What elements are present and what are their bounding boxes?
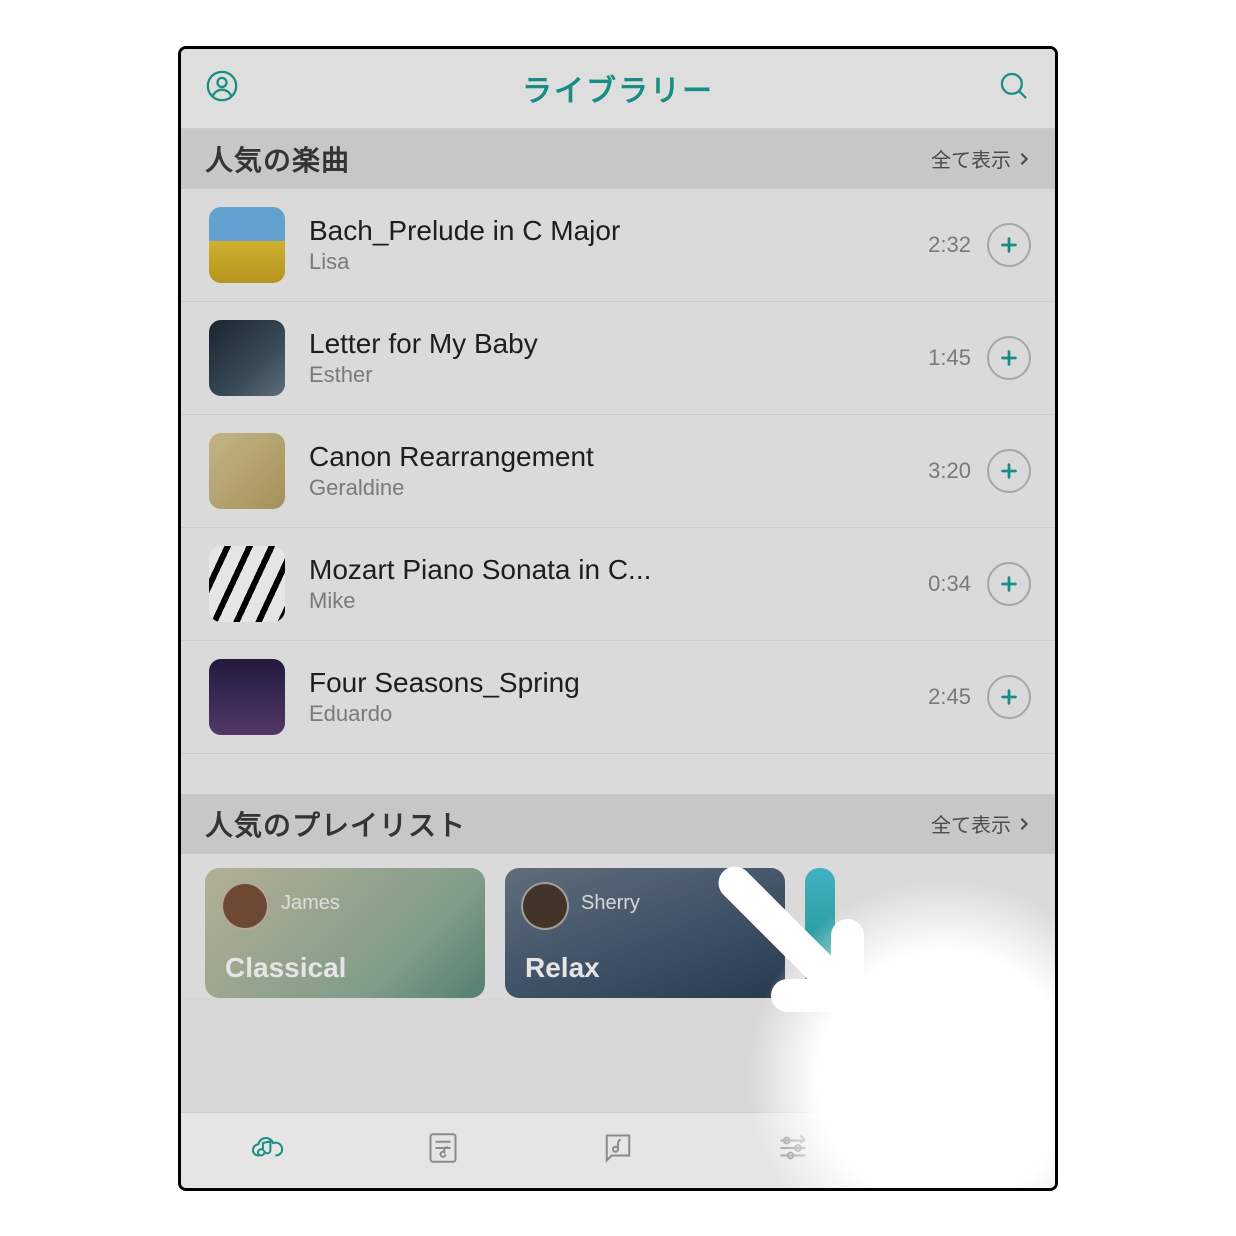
phone-screen: ライブラリー 人気の楽曲 全て表示 Bach_Prelude in C Majo… bbox=[181, 49, 1055, 1188]
song-right: 3:20 bbox=[928, 449, 1031, 493]
song-duration: 2:45 bbox=[928, 684, 971, 710]
section-songs-showall[interactable]: 全て表示 bbox=[931, 144, 1031, 173]
song-row[interactable]: Bach_Prelude in C Major Lisa 2:32 bbox=[181, 189, 1055, 302]
phone-frame: ライブラリー 人気の楽曲 全て表示 Bach_Prelude in C Majo… bbox=[178, 46, 1058, 1191]
plus-icon bbox=[998, 686, 1020, 708]
song-duration: 2:32 bbox=[928, 232, 971, 258]
song-right: 1:45 bbox=[928, 336, 1031, 380]
section-playlists-showall[interactable]: 全て表示 bbox=[931, 809, 1031, 838]
tab-library[interactable] bbox=[248, 1128, 288, 1173]
song-artist: Mike bbox=[309, 588, 904, 614]
chevron-right-icon bbox=[1017, 817, 1031, 831]
song-duration: 0:34 bbox=[928, 571, 971, 597]
song-right: 2:45 bbox=[928, 675, 1031, 719]
show-all-label: 全て表示 bbox=[931, 809, 1011, 838]
section-songs-title: 人気の楽曲 bbox=[205, 139, 350, 179]
song-artist: Eduardo bbox=[309, 701, 904, 727]
profile-icon[interactable] bbox=[205, 69, 239, 108]
tab-list[interactable] bbox=[423, 1128, 463, 1173]
plus-icon bbox=[998, 460, 1020, 482]
song-row[interactable]: Letter for My Baby Esther 1:45 bbox=[181, 302, 1055, 415]
song-row[interactable]: Mozart Piano Sonata in C... Mike 0:34 bbox=[181, 528, 1055, 641]
song-duration: 1:45 bbox=[928, 345, 971, 371]
plus-icon bbox=[998, 573, 1020, 595]
add-button[interactable] bbox=[987, 449, 1031, 493]
section-playlists-title: 人気のプレイリスト bbox=[205, 804, 466, 844]
plus-icon bbox=[998, 234, 1020, 256]
playlist-card[interactable]: James Classical bbox=[205, 868, 485, 998]
show-all-label: 全て表示 bbox=[931, 144, 1011, 173]
song-title: Bach_Prelude in C Major bbox=[309, 215, 904, 247]
playlist-owner-avatar bbox=[521, 882, 569, 930]
add-button[interactable] bbox=[987, 223, 1031, 267]
song-thumbnail bbox=[209, 207, 285, 283]
plus-icon bbox=[998, 347, 1020, 369]
tab-bar bbox=[181, 1112, 1055, 1188]
song-info: Letter for My Baby Esther bbox=[309, 328, 904, 388]
song-duration: 3:20 bbox=[928, 458, 971, 484]
song-artist: Lisa bbox=[309, 249, 904, 275]
search-icon[interactable] bbox=[997, 69, 1031, 108]
song-title: Canon Rearrangement bbox=[309, 441, 904, 473]
song-thumbnail bbox=[209, 546, 285, 622]
song-title: Four Seasons_Spring bbox=[309, 667, 904, 699]
add-button[interactable] bbox=[987, 336, 1031, 380]
song-thumbnail bbox=[209, 320, 285, 396]
song-list: Bach_Prelude in C Major Lisa 2:32 Letter… bbox=[181, 189, 1055, 754]
song-right: 2:32 bbox=[928, 223, 1031, 267]
song-info: Canon Rearrangement Geraldine bbox=[309, 441, 904, 501]
playlist-title: Relax bbox=[525, 952, 600, 984]
song-title: Letter for My Baby bbox=[309, 328, 904, 360]
song-thumbnail bbox=[209, 433, 285, 509]
chevron-right-icon bbox=[1017, 152, 1031, 166]
song-artist: Esther bbox=[309, 362, 904, 388]
song-info: Four Seasons_Spring Eduardo bbox=[309, 667, 904, 727]
playlist-row[interactable]: James Classical Sherry Relax bbox=[181, 854, 1055, 998]
tab-mixer[interactable] bbox=[773, 1128, 813, 1173]
playlist-card-peek[interactable] bbox=[805, 868, 835, 998]
playlist-owner-avatar bbox=[221, 882, 269, 930]
header-bar: ライブラリー bbox=[181, 49, 1055, 129]
section-playlists-header: 人気のプレイリスト 全て表示 bbox=[181, 794, 1055, 854]
tab-settings[interactable] bbox=[948, 1128, 988, 1173]
playlist-title: Classical bbox=[225, 952, 346, 984]
song-thumbnail bbox=[209, 659, 285, 735]
add-button[interactable] bbox=[987, 562, 1031, 606]
list-spacer bbox=[181, 754, 1055, 794]
section-songs-header: 人気の楽曲 全て表示 bbox=[181, 129, 1055, 189]
song-info: Bach_Prelude in C Major Lisa bbox=[309, 215, 904, 275]
song-row[interactable]: Four Seasons_Spring Eduardo 2:45 bbox=[181, 641, 1055, 754]
song-artist: Geraldine bbox=[309, 475, 904, 501]
song-info: Mozart Piano Sonata in C... Mike bbox=[309, 554, 904, 614]
song-title: Mozart Piano Sonata in C... bbox=[309, 554, 904, 586]
song-right: 0:34 bbox=[928, 562, 1031, 606]
add-button[interactable] bbox=[987, 675, 1031, 719]
song-row[interactable]: Canon Rearrangement Geraldine 3:20 bbox=[181, 415, 1055, 528]
page-title: ライブラリー bbox=[522, 66, 714, 110]
playlist-card[interactable]: Sherry Relax bbox=[505, 868, 785, 998]
tab-chord[interactable] bbox=[598, 1128, 638, 1173]
playlist-owner-name: Sherry bbox=[581, 892, 640, 915]
playlist-owner-name: James bbox=[281, 892, 340, 915]
